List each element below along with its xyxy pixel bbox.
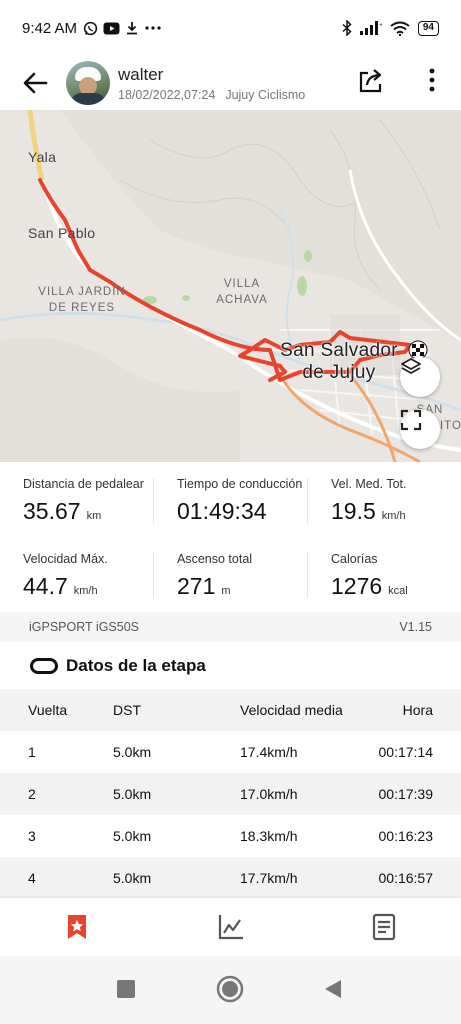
divider bbox=[307, 478, 308, 524]
device-version: V1.15 bbox=[399, 620, 432, 634]
status-time: 9:42 AM bbox=[22, 19, 78, 37]
table-row: 1 5.0km 17.4km/h 00:17:14 bbox=[28, 744, 433, 760]
youtube-icon bbox=[103, 22, 120, 34]
divider bbox=[153, 552, 154, 598]
system-nav-bar bbox=[0, 956, 461, 1024]
lap-icon bbox=[30, 658, 58, 674]
table-header: Vuelta DST Velocidad media Hora bbox=[0, 689, 461, 731]
column-header: Velocidad media bbox=[240, 702, 343, 718]
map-label-villa-jardin: VILLA JARDÍN DE REYES bbox=[38, 286, 126, 314]
map-label-san-salvador: San Salvador de Jujuy bbox=[280, 340, 398, 383]
column-header: Hora bbox=[402, 702, 433, 718]
home-button[interactable] bbox=[216, 975, 244, 1003]
layers-icon bbox=[401, 358, 421, 374]
stat-ride-time: Tiempo de conducción 01:49:34 bbox=[177, 477, 303, 524]
activity-header: walter 18/02/2022,07:24 Jujuy Ciclismo bbox=[0, 56, 461, 110]
device-name: iGPSPORT iGS50S bbox=[29, 620, 139, 634]
stat-calories: Calorías 1276 kcal bbox=[331, 552, 408, 599]
user-name: walter bbox=[118, 64, 164, 84]
device-info-bar: iGPSPORT iGS50S V1.15 bbox=[0, 612, 461, 642]
map-label-villa-achava: VILLA ACHAVA bbox=[216, 278, 268, 306]
column-header: Vuelta bbox=[28, 702, 68, 718]
svg-text:+: + bbox=[379, 22, 382, 28]
stat-total-ascent: Ascenso total 271 m bbox=[177, 552, 253, 599]
avatar[interactable] bbox=[66, 61, 110, 105]
user-info: walter 18/02/2022,07:24 Jujuy Ciclismo bbox=[118, 65, 305, 102]
whatsapp-icon bbox=[83, 21, 98, 35]
summary-tab-icon[interactable] bbox=[62, 912, 92, 942]
more-options-icon[interactable] bbox=[427, 66, 437, 94]
table-row: 3 5.0km 18.3km/h 00:16:23 bbox=[28, 828, 433, 844]
table-row: 2 5.0km 17.0km/h 00:17:39 bbox=[0, 773, 461, 815]
map-fullscreen-button[interactable] bbox=[400, 409, 440, 449]
fullscreen-icon bbox=[400, 409, 422, 431]
stat-max-speed: Velocidad Máx. 44.7 km/h bbox=[23, 552, 108, 599]
divider bbox=[307, 552, 308, 598]
activity-datetime: 18/02/2022,07:24 bbox=[118, 87, 216, 102]
details-tab-icon[interactable] bbox=[369, 912, 399, 942]
download-icon bbox=[127, 22, 138, 35]
stat-distance: Distancia de pedalear 35.67 km bbox=[23, 477, 144, 524]
battery-icon: 94 bbox=[417, 20, 439, 36]
stat-avg-speed: Vel. Med. Tot. 19.5 km/h bbox=[331, 477, 407, 524]
signal-icon: + bbox=[359, 21, 382, 35]
map-label-san-pablo: San Pablo bbox=[28, 225, 96, 241]
back-nav-button[interactable] bbox=[322, 978, 344, 1000]
activity-name: Jujuy Ciclismo bbox=[225, 87, 306, 102]
table-row: 4 5.0km 17.7km/h 00:16:57 bbox=[0, 857, 461, 899]
status-bar: 9:42 AM + 94 bbox=[0, 0, 461, 56]
laps-table: Vuelta DST Velocidad media Hora 1 5.0km … bbox=[0, 689, 461, 899]
column-header: DST bbox=[113, 702, 141, 718]
chart-tab-icon[interactable] bbox=[216, 912, 246, 942]
bottom-tab-bar bbox=[0, 898, 461, 956]
activity-meta: 18/02/2022,07:24 Jujuy Ciclismo bbox=[118, 88, 305, 102]
map-layers-button[interactable] bbox=[400, 357, 440, 397]
more-dots-icon bbox=[145, 26, 161, 30]
map-label-yala: Yala bbox=[28, 149, 57, 165]
share-icon[interactable] bbox=[357, 66, 385, 94]
route-map[interactable]: Yala San Pablo VILLA JARDÍN DE REYES VILL… bbox=[0, 110, 461, 462]
divider bbox=[153, 478, 154, 524]
back-arrow-icon[interactable] bbox=[22, 70, 48, 96]
recents-button[interactable] bbox=[116, 978, 136, 1000]
stats-grid: Distancia de pedalear 35.67 km Tiempo de … bbox=[0, 462, 461, 612]
bluetooth-icon bbox=[342, 20, 352, 36]
wifi-icon bbox=[390, 21, 410, 36]
laps-section-title: Datos de la etapa bbox=[30, 656, 206, 676]
